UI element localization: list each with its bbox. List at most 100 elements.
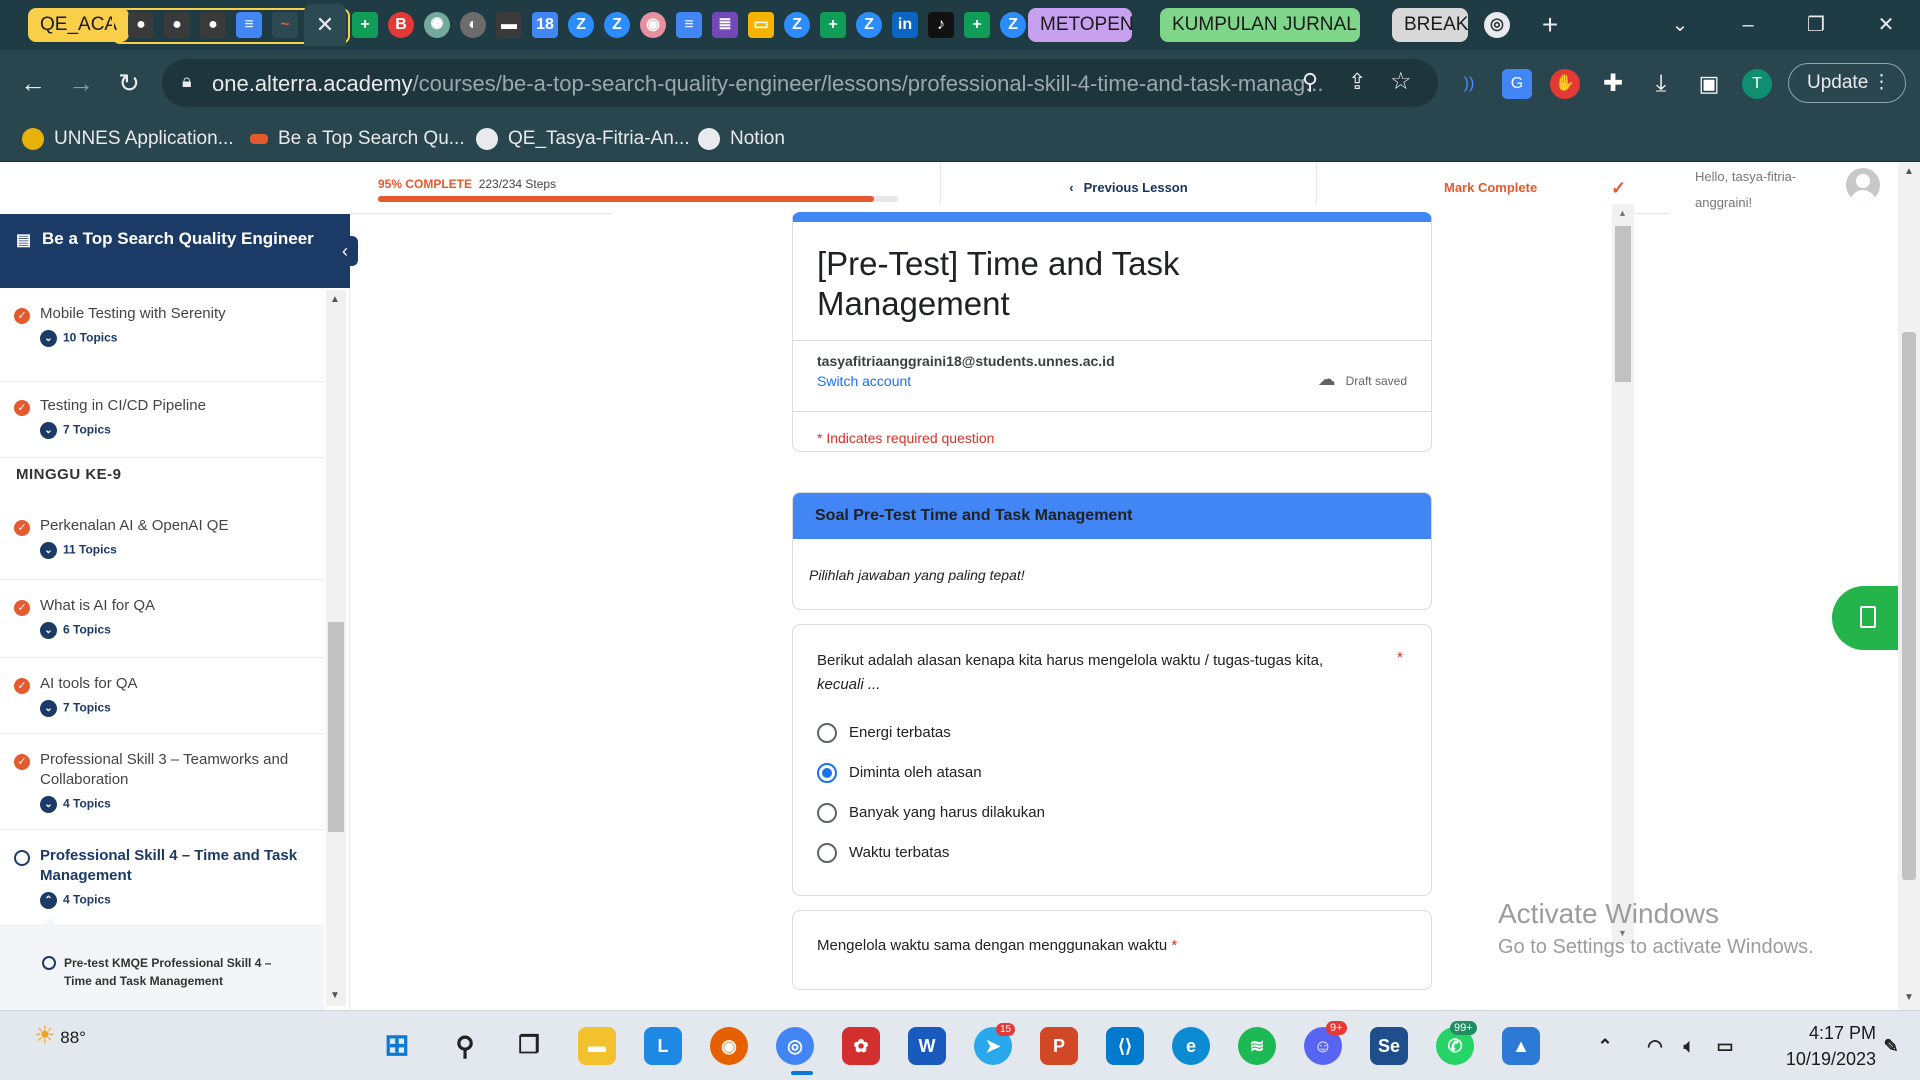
collapse-sidebar-button[interactable]: ‹ xyxy=(332,236,358,266)
window-close-icon[interactable]: ✕ xyxy=(1866,10,1906,40)
weather-widget[interactable]: ☀ 88° xyxy=(34,1021,86,1050)
zoom-tab-icon[interactable]: Z xyxy=(856,12,882,38)
forms-tab-icon[interactable]: ≣ xyxy=(712,12,738,38)
task-view-icon[interactable]: ❐ xyxy=(510,1027,548,1065)
tab-group-metopen[interactable]: METOPEN xyxy=(1028,8,1134,42)
profile-avatar[interactable]: T xyxy=(1742,69,1772,99)
bookmark-star-icon[interactable]: ☆ xyxy=(1390,67,1412,96)
app-l-icon[interactable]: L xyxy=(644,1027,682,1065)
github-tab-icon[interactable]: ● xyxy=(200,12,226,38)
scroll-up-icon[interactable]: ▲ xyxy=(330,294,340,305)
scroll-up-icon[interactable]: ▲ xyxy=(1618,208,1627,218)
bookmark-top-search[interactable]: Be a Top Search Qu... xyxy=(250,124,465,154)
lesson-item[interactable]: ✓ Professional Skill 3 – Teamworks and C… xyxy=(0,734,324,830)
bookmark-unnes[interactable]: UNNES Application... xyxy=(22,124,234,154)
menu-dots-icon[interactable]: ⋮ xyxy=(1872,64,1891,102)
calendar-tab-icon[interactable]: 18 xyxy=(532,12,558,38)
slides-tab-icon[interactable]: ▭ xyxy=(748,12,774,38)
page-scrollbar[interactable]: ▲ ▼ xyxy=(1898,162,1920,1010)
app-icon[interactable]: ✿ xyxy=(842,1027,880,1065)
sidebar-scroll-thumb[interactable] xyxy=(328,622,344,832)
site-tab-icon[interactable]: ▬ xyxy=(496,12,522,38)
topic-item[interactable]: Pre-test KMQE Professional Skill 4 – Tim… xyxy=(42,954,292,990)
minimize-icon[interactable]: – xyxy=(1728,10,1768,40)
volume-icon[interactable]: 🔈︎ xyxy=(1670,1027,1708,1065)
lesson-topics[interactable]: ⌄ 7 Topics xyxy=(40,700,324,717)
docs-tab-icon[interactable]: ≡ xyxy=(236,12,262,38)
bookmark-github[interactable]: QE_Tasya-Fitria-An... xyxy=(476,124,690,154)
tiktok-tab-icon[interactable]: ♪ xyxy=(928,12,954,38)
lesson-topics[interactable]: ⌄ 7 Topics xyxy=(40,422,324,439)
tray-chevron-up-icon[interactable]: ⌃ xyxy=(1586,1027,1624,1065)
lesson-topics[interactable]: ⌄ 4 Topics xyxy=(40,796,302,813)
lesson-item[interactable]: ✓ What is AI for QA ⌄ 6 Topics xyxy=(0,580,324,658)
zoom-tab-icon[interactable]: Z xyxy=(568,12,594,38)
spotify-icon[interactable]: ≋ xyxy=(1238,1027,1276,1065)
switch-account-link[interactable]: Switch account xyxy=(817,373,911,389)
firefox-icon[interactable]: ◉ xyxy=(710,1027,748,1065)
word-icon[interactable]: W xyxy=(908,1027,946,1065)
extension-hand-icon[interactable]: ✋ xyxy=(1550,69,1580,99)
vscode-icon[interactable]: ⟨⟩ xyxy=(1106,1027,1144,1065)
lesson-item[interactable]: ✓ Perkenalan AI & OpenAI QE ⌄ 11 Topics xyxy=(0,504,324,580)
site-tab-icon[interactable]: B xyxy=(388,12,414,38)
back-icon[interactable]: ← xyxy=(16,66,50,100)
notifications-icon[interactable]: ✎ xyxy=(1872,1027,1910,1065)
chatgpt-tab-icon[interactable]: ✺ xyxy=(424,12,450,38)
start-icon[interactable]: ⊞ xyxy=(378,1027,416,1065)
bookmark-notion[interactable]: Notion xyxy=(698,124,785,154)
avatar[interactable] xyxy=(1846,168,1880,202)
radio-option[interactable]: Diminta oleh atasan xyxy=(817,761,982,785)
github-tab-icon[interactable]: ● xyxy=(164,12,190,38)
linkedin-tab-icon[interactable]: in xyxy=(892,12,918,38)
clock-time[interactable]: 4:17 PM xyxy=(1780,1023,1876,1044)
powerpoint-icon[interactable]: P xyxy=(1040,1027,1078,1065)
radio-button-selected[interactable] xyxy=(817,763,837,784)
scroll-down-icon[interactable]: ▼ xyxy=(1904,992,1914,1003)
selenium-icon[interactable]: Se xyxy=(1370,1027,1408,1065)
new-tab-icon[interactable]: + xyxy=(1530,10,1570,40)
radio-option[interactable]: Waktu terbatas xyxy=(817,841,949,865)
reload-icon[interactable]: ↻ xyxy=(112,66,146,100)
wifi-icon[interactable]: ◠ xyxy=(1636,1027,1674,1065)
extensions-puzzle-icon[interactable]: ✚ xyxy=(1598,69,1628,99)
tab-search-chevron-icon[interactable]: ⌄ xyxy=(1660,10,1700,40)
lesson-item[interactable]: ✓ AI tools for QA ⌄ 7 Topics xyxy=(0,658,324,734)
google-translate-icon[interactable]: G xyxy=(1502,69,1532,99)
radio-button[interactable] xyxy=(817,723,837,744)
lesson-item[interactable]: ✓ Testing in CI/CD Pipeline ⌄ 7 Topics xyxy=(0,382,324,458)
extension-audio-icon[interactable]: )) xyxy=(1454,69,1484,99)
battery-icon[interactable]: ▭ xyxy=(1706,1027,1744,1065)
radio-option[interactable]: Energi terbatas xyxy=(817,721,951,745)
close-tab-icon[interactable]: ✕ xyxy=(304,4,346,46)
scroll-up-icon[interactable]: ▲ xyxy=(1904,166,1914,177)
sheets-tab-icon[interactable]: + xyxy=(964,12,990,38)
alterra-tab-icon[interactable]: ~ xyxy=(272,12,298,38)
page-scroll-thumb[interactable] xyxy=(1902,332,1916,880)
chrome-icon[interactable]: ◎ xyxy=(776,1027,814,1065)
lesson-topics[interactable]: ⌃ 4 Topics xyxy=(40,892,302,909)
zoom-tab-icon[interactable]: Z xyxy=(1000,12,1026,38)
photos-icon[interactable]: ▲ xyxy=(1502,1027,1540,1065)
side-panel-icon[interactable]: ▣ xyxy=(1694,69,1724,99)
search-icon[interactable]: ⚲ xyxy=(446,1027,484,1065)
clock-date[interactable]: 10/19/2023 xyxy=(1762,1049,1876,1070)
tab-group-break[interactable]: BREAK xyxy=(1392,8,1468,42)
edge-icon[interactable]: e xyxy=(1172,1027,1210,1065)
chrome-tab-icon[interactable]: ◎ xyxy=(1484,12,1510,38)
sheets-tab-icon[interactable]: + xyxy=(820,12,846,38)
radio-button[interactable] xyxy=(817,843,837,864)
tab-group-kumpulan-jurnal[interactable]: KUMPULAN JURNAL [ xyxy=(1160,8,1360,42)
zoom-tab-icon[interactable]: Z xyxy=(784,12,810,38)
scroll-down-icon[interactable]: ▼ xyxy=(330,990,340,1001)
radio-button[interactable] xyxy=(817,803,837,824)
form-scroll-thumb[interactable] xyxy=(1615,226,1631,382)
download-icon[interactable]: ⤓ xyxy=(1646,69,1676,99)
brain-tab-icon[interactable]: ◉ xyxy=(640,12,666,38)
globe-tab-icon[interactable]: ◐ xyxy=(460,12,486,38)
sidebar-scrollbar[interactable]: ▲ ▼ xyxy=(326,290,346,1006)
zoom-lens-icon[interactable]: ⚲ xyxy=(1302,69,1318,95)
github-tab-icon[interactable]: ● xyxy=(128,12,154,38)
file-explorer-icon[interactable]: ▬ xyxy=(578,1027,616,1065)
address-bar[interactable]: 🔒︎ one.alterra.academy/courses/be-a-top-… xyxy=(162,59,1438,107)
